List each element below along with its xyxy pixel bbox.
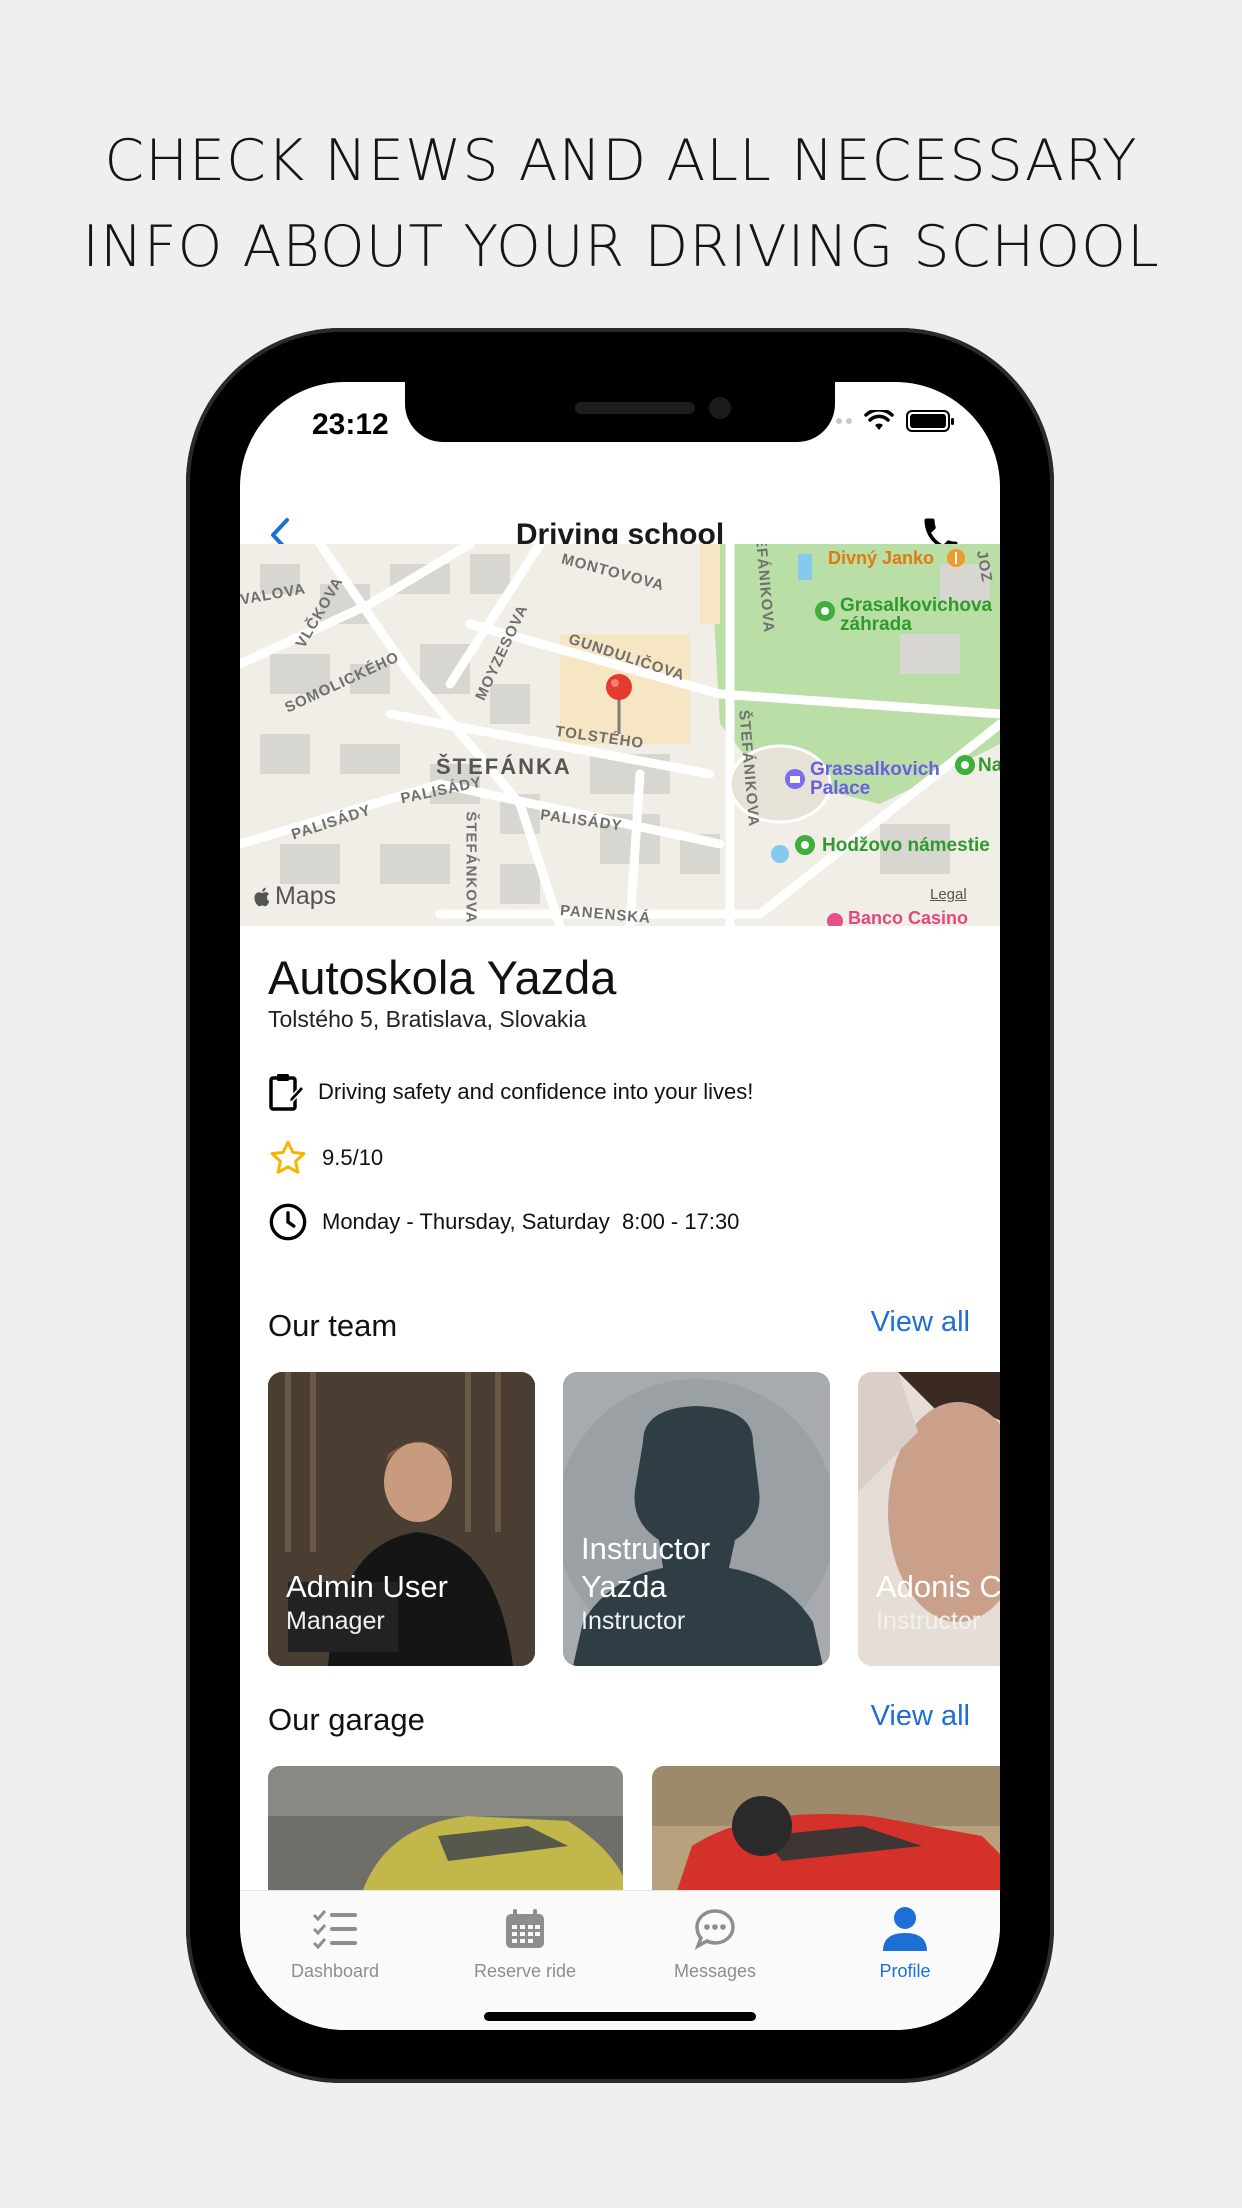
headline-line-1: CHECK NEWS AND ALL NECESSARY: [104, 128, 1138, 194]
notch: [405, 382, 835, 442]
clock-icon: [269, 1203, 307, 1241]
car-photo: [268, 1766, 623, 1906]
map-district-label: ŠTEFÁNKA: [436, 754, 572, 779]
calendar-icon: [506, 1909, 544, 1948]
car-photo: [652, 1766, 1000, 1906]
park-icon: [955, 755, 975, 775]
tab-dashboard[interactable]: Dashboard: [240, 1903, 430, 1982]
signal-icon: [836, 418, 852, 424]
phone-screen: 23:12 Driving school VLČKOVA VALOVA SOMO…: [240, 382, 1000, 2030]
map-poi-label: Divný Janko: [828, 548, 935, 568]
map-pin-icon[interactable]: [604, 672, 634, 736]
front-camera: [709, 397, 731, 419]
map-poi-label: Palace: [810, 778, 871, 799]
member-name: Admin User: [286, 1569, 448, 1604]
motto-row: Driving safety and confidence into your …: [268, 1072, 753, 1112]
map-poi-label: Hodžovo námestie: [822, 835, 990, 856]
headline-line-2: INFO ABOUT YOUR DRIVING SCHOOL: [82, 214, 1160, 280]
tab-label: Profile: [879, 1961, 931, 1981]
checklist-icon: [312, 1910, 357, 1950]
tab-bar: Dashboard Reserve ride Messages Profile: [240, 1890, 1000, 2030]
tab-label: Reserve ride: [473, 1961, 577, 1981]
garage-car-card[interactable]: [268, 1766, 623, 1906]
team-card[interactable]: Instructor Yazda Instructor: [563, 1372, 830, 1666]
park-icon: [795, 835, 815, 855]
member-name: Adonis C: [876, 1569, 1000, 1604]
school-header: Autoskola Yazda Tolstého 5, Bratislava, …: [268, 950, 972, 1033]
school-address: Tolstého 5, Bratislava, Slovakia: [268, 1006, 587, 1032]
school-rating: 9.5/10: [322, 1145, 384, 1170]
garage-view-all-link[interactable]: View all: [871, 1700, 970, 1733]
maps-label: Maps: [275, 882, 337, 910]
map-poi-label: Banco Casino: [848, 908, 969, 926]
casino-icon: [827, 913, 843, 926]
map-street-label: ŠTEFÁNKOVA: [462, 811, 480, 924]
tab-label: Dashboard: [290, 1961, 380, 1981]
map-poi-label: Na: [978, 755, 1000, 776]
apple-logo-icon: [254, 887, 270, 906]
tab-reserve-ride[interactable]: Reserve ride: [430, 1903, 620, 1982]
speaker: [575, 402, 695, 414]
member-role: Instructor: [876, 1607, 981, 1635]
person-icon: [883, 1907, 927, 1951]
school-name: Autoskola Yazda: [268, 951, 617, 1004]
map-poi-label: záhrada: [840, 614, 912, 635]
status-indicators: [836, 410, 954, 432]
marketing-headline: CHECK NEWS AND ALL NECESSARY INFO ABOUT …: [0, 118, 1242, 290]
garage-car-card[interactable]: [652, 1766, 1000, 1906]
clipboard-edit-icon: [269, 1074, 304, 1111]
map-poi-label: Grasalkovichova: [840, 595, 993, 616]
status-time: 23:12: [312, 408, 389, 441]
rating-row: 9.5/10: [268, 1138, 383, 1178]
wifi-icon: [864, 410, 894, 430]
phone-frame: 23:12 Driving school VLČKOVA VALOVA SOMO…: [186, 328, 1054, 2083]
garage-section-title: Our garage: [268, 1702, 425, 1737]
star-icon: [270, 1140, 306, 1174]
team-section-title: Our team: [268, 1308, 398, 1343]
hours-row: Monday - Thursday, Saturday 8:00 - 17:30: [268, 1202, 739, 1242]
battery-icon: [906, 410, 954, 432]
park-icon: [815, 601, 835, 621]
team-card[interactable]: Admin User Manager: [268, 1372, 535, 1666]
chat-bubble-icon: [694, 1909, 735, 1950]
tab-profile[interactable]: Profile: [810, 1903, 1000, 1982]
team-card[interactable]: Adonis C Instructor: [858, 1372, 1000, 1666]
map-poi-label: Grassalkovich: [810, 759, 940, 780]
member-role: Manager: [286, 1607, 385, 1635]
member-name: Instructor Yazda: [581, 1531, 711, 1604]
legal-link[interactable]: Legal: [930, 886, 967, 903]
restaurant-icon: [947, 549, 965, 567]
school-motto: Driving safety and confidence into your …: [318, 1079, 754, 1104]
member-role: Instructor: [581, 1607, 686, 1635]
map-view[interactable]: VLČKOVA VALOVA SOMOLICKÉHO MOYZESOVA GUN…: [240, 544, 1000, 926]
home-indicator: [484, 2012, 756, 2021]
team-view-all-link[interactable]: View all: [871, 1306, 970, 1339]
tab-label: Messages: [673, 1961, 757, 1981]
school-hours: Monday - Thursday, Saturday 8:00 - 17:30: [322, 1209, 740, 1234]
landmark-icon: [785, 769, 805, 789]
tab-messages[interactable]: Messages: [620, 1903, 810, 1982]
maps-attribution: Maps: [254, 882, 336, 911]
